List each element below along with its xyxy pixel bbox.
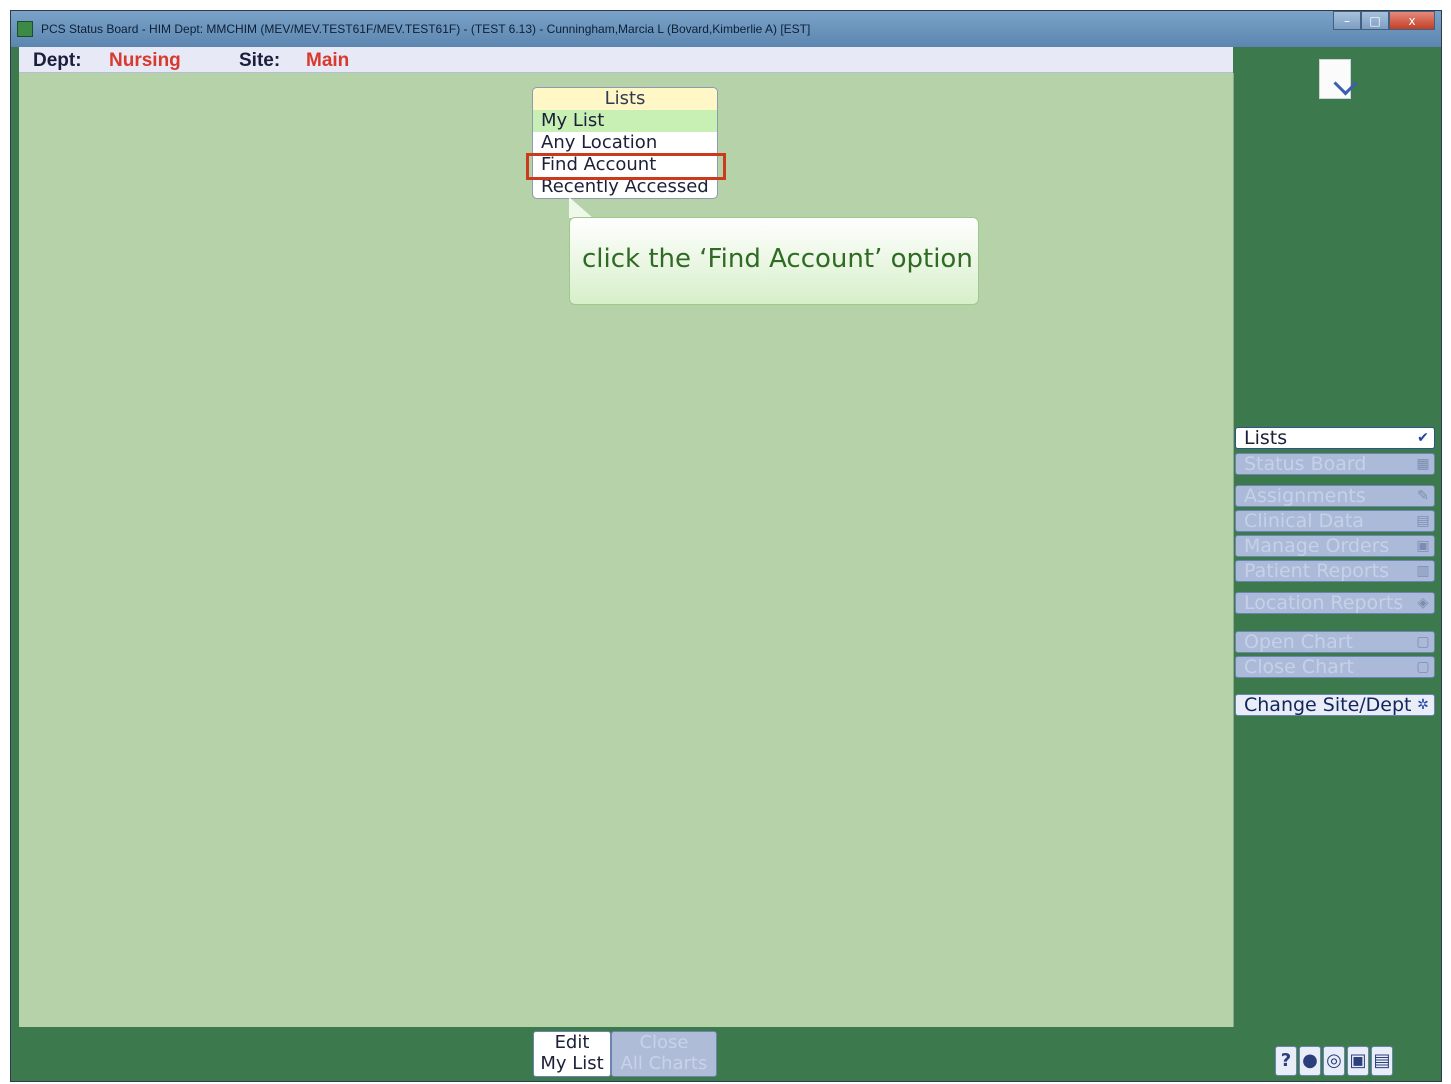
close-all-charts-line2: All Charts [620,1053,708,1074]
sidebar-button-patient-reports[interactable]: Patient Reports ▥ [1235,560,1435,582]
sidebar-button-label: Clinical Data [1244,510,1364,532]
edit-my-list-button[interactable]: Edit My List [533,1031,611,1077]
gear-icon: ✲ [1417,697,1429,713]
dept-label: Dept: [33,50,82,71]
edit-my-list-line2: My List [540,1053,604,1074]
site-label: Site: [239,50,281,71]
lists-menu-header: Lists [533,88,717,110]
lists-item-my-list[interactable]: My List [533,110,717,132]
sidebar-button-label: Lists [1244,427,1288,449]
order-icon: ▣ [1416,538,1430,554]
open-chart-icon: ▢ [1416,634,1430,650]
maximize-button[interactable]: □ [1361,11,1389,30]
close-chart-icon: ▢ [1416,659,1430,675]
bottom-button-bar: Edit My List Close All Charts [533,1031,717,1077]
grid-icon: ▦ [1416,456,1430,472]
instruction-callout: click the ‘Find Account’ option [569,217,979,305]
sidebar-button-change-site-dept[interactable]: Change Site/Dept ✲ [1235,694,1435,716]
window-title: PCS Status Board - HIM Dept: MMCHIM (MEV… [41,22,811,36]
help-icon[interactable]: ? [1275,1046,1297,1076]
lists-item-any-location[interactable]: Any Location [533,132,717,154]
sidebar-button-location-reports[interactable]: Location Reports ◈ [1235,592,1435,614]
web-icon[interactable]: ● [1299,1046,1321,1076]
site-value: Main [306,50,350,71]
cd-icon[interactable]: ◎ [1323,1046,1345,1076]
report-icon: ▥ [1416,563,1430,579]
lock-icon[interactable]: ▣ [1347,1046,1369,1076]
document-icon: ▤ [1416,513,1430,529]
sidebar-button-label: Change Site/Dept [1244,694,1412,716]
sidebar-button-manage-orders[interactable]: Manage Orders ▣ [1235,535,1435,557]
sidebar-button-clinical-data[interactable]: Clinical Data ▤ [1235,510,1435,532]
title-bar: PCS Status Board - HIM Dept: MMCHIM (MEV… [11,11,1441,47]
lists-menu: Lists My List Any Location Find Account … [532,87,718,199]
pencil-icon: ✎ [1417,488,1429,504]
minimize-button[interactable]: – [1333,11,1361,30]
edit-my-list-line1: Edit [554,1032,590,1053]
sidebar-button-label: Location Reports [1244,592,1404,614]
dept-site-bar: Dept: Nursing Site: Main [19,47,1233,73]
sidebar-button-label: Assignments [1244,485,1366,507]
window-controls: – □ x [1333,11,1435,31]
sidebar-button-assignments[interactable]: Assignments ✎ [1235,485,1435,507]
close-all-charts-button[interactable]: Close All Charts [611,1031,717,1077]
sidebar-button-label: Open Chart [1244,631,1353,653]
location-report-icon: ◈ [1417,595,1429,611]
app-window: PCS Status Board - HIM Dept: MMCHIM (MEV… [10,10,1442,1082]
close-window-button[interactable]: x [1389,11,1435,30]
sidebar-button-label: Manage Orders [1244,535,1390,557]
callout-tail [569,197,593,218]
checklist-icon: ✔ [1417,430,1429,446]
callout-text: click the ‘Find Account’ option [582,244,973,274]
mail-icon[interactable]: ▤ [1371,1046,1393,1076]
utility-icons: ? ● ◎ ▣ ▤ [1275,1046,1393,1076]
sidebar-button-close-chart[interactable]: Close Chart ▢ [1235,656,1435,678]
sidebar-button-label: Patient Reports [1244,560,1390,582]
sidebar-button-label: Close Chart [1244,656,1355,678]
sidebar-button-open-chart[interactable]: Open Chart ▢ [1235,631,1435,653]
find-account-highlight [526,153,726,180]
app-icon [17,21,33,37]
dept-value: Nursing [109,50,181,71]
chart-document-icon [1319,59,1351,99]
sidebar-button-label: Status Board [1244,453,1367,475]
close-all-charts-line1: Close [639,1032,689,1053]
sidebar-button-status-board[interactable]: Status Board ▦ [1235,453,1435,475]
sidebar-button-lists[interactable]: Lists ✔ [1235,427,1435,449]
